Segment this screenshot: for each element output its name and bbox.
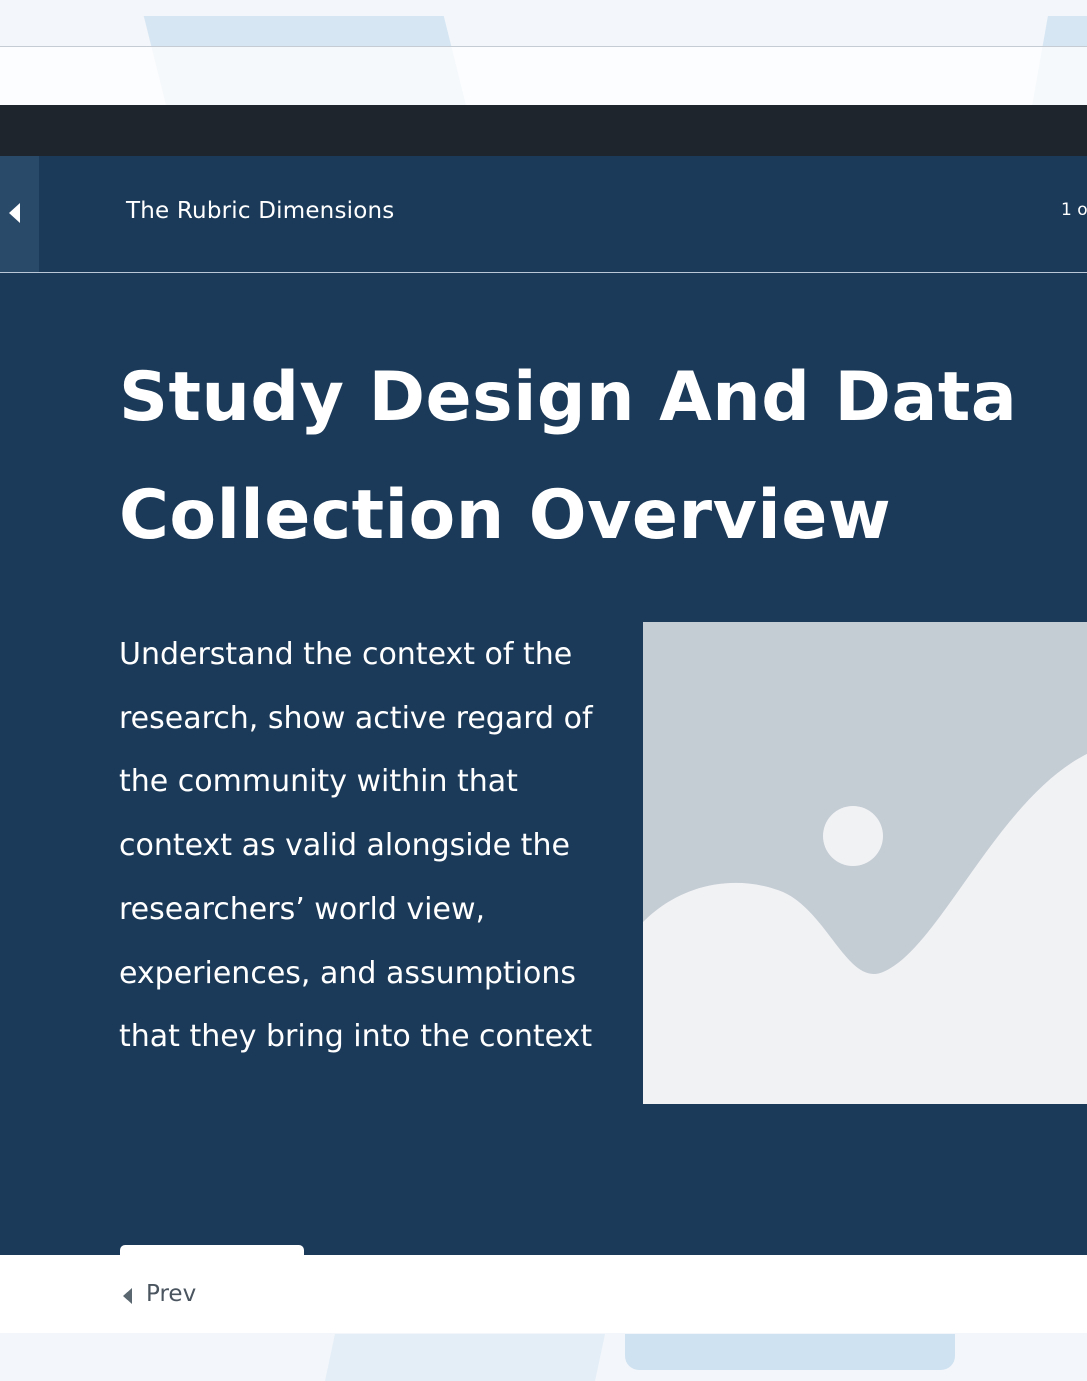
background-decoration: [325, 1334, 605, 1381]
page-title: Study Design And Data Collection Overvie…: [119, 358, 1018, 555]
lesson-header: The Rubric Dimensions 1 of: [0, 156, 1087, 273]
caret-left-icon: [123, 1287, 132, 1304]
lesson-content: Study Design And Data Collection Overvie…: [0, 273, 1087, 1255]
lesson-description: Understand the context of the research, …: [119, 637, 593, 1055]
image-placeholder-icon: [643, 622, 1087, 1104]
top-toolbar: [0, 105, 1087, 156]
page: The Rubric Dimensions 1 of Study Design …: [0, 0, 1087, 1381]
divider: [0, 46, 1087, 47]
page-counter: 1 of: [1061, 200, 1087, 220]
background-decoration: [625, 1334, 955, 1370]
start-button[interactable]: [120, 1245, 304, 1255]
background-band: [0, 47, 1087, 105]
back-button[interactable]: [0, 156, 39, 272]
prev-label: Prev: [146, 1281, 197, 1307]
prev-button[interactable]: Prev: [123, 1279, 196, 1309]
lesson-title: The Rubric Dimensions: [126, 198, 395, 224]
lesson-footer: Prev: [0, 1255, 1087, 1333]
caret-left-icon: [9, 203, 20, 223]
